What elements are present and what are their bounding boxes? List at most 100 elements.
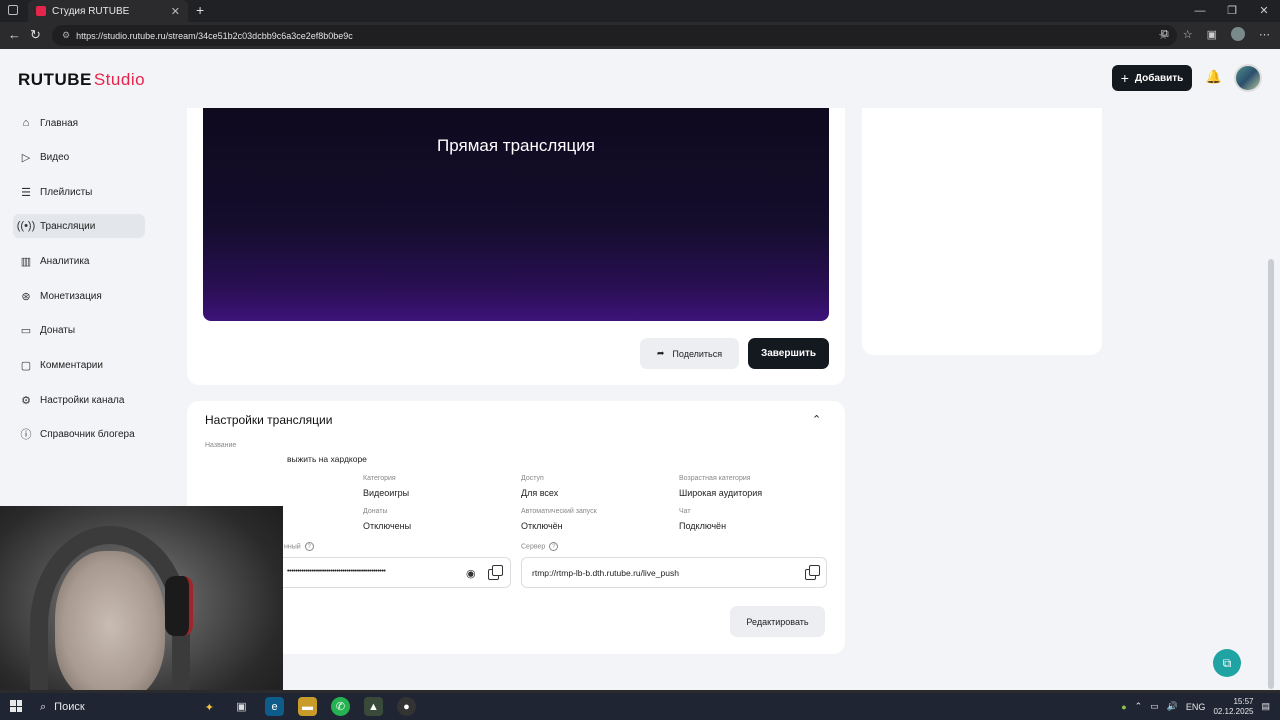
server-url: rtmp://rtmp-lb-b.dth.rutube.ru/live_push xyxy=(532,568,679,578)
system-tray: ● ⌃ ▭ 🔊 ENG 15:57 02.12.2025 ▤ xyxy=(1121,693,1270,720)
server-field[interactable]: rtmp://rtmp-lb-b.dth.rutube.ru/live_push xyxy=(521,557,827,588)
profile-avatar[interactable] xyxy=(1231,27,1245,41)
share-icon: ➦ xyxy=(656,348,665,358)
finish-stream-button[interactable]: Завершить xyxy=(748,338,829,369)
back-icon[interactable]: ← xyxy=(8,27,21,42)
minimize-icon[interactable]: — xyxy=(1184,0,1216,22)
name-label: Название xyxy=(205,442,237,449)
address-bar[interactable]: ⚙ https://studio.rutube.ru/stream/34ce51… xyxy=(52,25,1177,46)
collapse-chevron-up-icon[interactable]: ⌃ xyxy=(812,413,821,426)
stream-side-panel xyxy=(862,108,1102,355)
notifications-icon[interactable]: ▤ xyxy=(1261,701,1270,712)
close-tab-icon[interactable]: ✕ xyxy=(171,5,180,18)
analytics-icon: ▥ xyxy=(20,255,32,268)
name-value: выжить на хардкоре xyxy=(287,454,367,464)
tab-actions-icon[interactable] xyxy=(8,5,18,15)
copy-key-icon[interactable] xyxy=(488,565,503,580)
sidebar-item-comments[interactable]: ▢ Комментарии xyxy=(13,353,145,377)
category-value: Видеоигры xyxy=(363,488,410,498)
help-icon[interactable]: ? xyxy=(304,542,314,551)
sidebar-item-label: Монетизация xyxy=(40,290,102,302)
copy-server-icon[interactable] xyxy=(805,565,820,580)
donate-icon: ▭ xyxy=(20,324,32,337)
notifications-bell-icon[interactable]: 🔔 xyxy=(1205,69,1223,87)
window-controls: — ❐ ✕ xyxy=(1184,0,1280,22)
comments-icon: ▢ xyxy=(20,359,32,372)
stream-key-field[interactable]: ••••••••••••••••••••••••••••••••••••••••… xyxy=(283,557,511,588)
url-text: https://studio.rutube.ru/stream/34ce51b2… xyxy=(76,30,353,41)
webcam-overlay xyxy=(0,506,283,690)
sidebar-item-label: Плейлисты xyxy=(40,186,93,198)
headphones-shape xyxy=(165,576,193,636)
reload-icon[interactable]: ↻ xyxy=(30,27,41,43)
stream-key-label-text: нный xyxy=(284,543,301,551)
show-key-eye-icon[interactable]: ◉ xyxy=(466,567,476,580)
tray-app-icon[interactable]: ● xyxy=(1121,702,1126,712)
more-icon[interactable]: ⋯ xyxy=(1259,28,1270,41)
age-value: Широкая аудитория xyxy=(679,488,763,498)
playlist-icon: ☰ xyxy=(21,186,31,199)
whatsapp-icon[interactable]: ✆ xyxy=(331,697,350,716)
search-icon: ⌕ xyxy=(40,700,47,713)
taskbar-search[interactable]: ⌕ Поиск ✦ xyxy=(34,697,214,717)
donates-label: Донаты xyxy=(363,508,388,515)
favorites-icon[interactable]: ☆ xyxy=(1183,28,1193,41)
sidebar-item-analytics[interactable]: ▥ Аналитика xyxy=(13,249,145,273)
settings-icon: ⚙ xyxy=(21,394,31,407)
support-chat-icon[interactable]: ⧉ xyxy=(1213,649,1241,677)
collections-icon[interactable]: ▣ xyxy=(1207,28,1217,41)
taskbar-search-label: Поиск xyxy=(54,701,85,713)
task-view-icon[interactable]: ▣ xyxy=(232,697,251,716)
autostart-value: Отключён xyxy=(521,521,563,531)
donates-value: Отключены xyxy=(363,521,412,531)
site-info-icon[interactable]: ⚙ xyxy=(62,30,70,41)
new-tab-icon[interactable]: + xyxy=(196,2,204,18)
share-button[interactable]: ➦ Поделиться xyxy=(640,338,739,369)
sidebar-item-streams[interactable]: ((•)) Трансляции xyxy=(13,214,145,238)
volume-icon[interactable]: 🔊 xyxy=(1167,701,1178,712)
sidebar-item-donates[interactable]: ▭ Донаты xyxy=(13,318,145,342)
sidebar-item-label: Аналитика xyxy=(40,255,90,267)
clock-time: 15:57 xyxy=(1233,696,1254,706)
browser-actions: ⧉ ☆ ▣ ⋯ xyxy=(1161,27,1270,41)
help-icon[interactable]: ? xyxy=(549,542,559,551)
close-window-icon[interactable]: ✕ xyxy=(1248,0,1280,22)
access-value: Для всех xyxy=(521,488,559,498)
stream-key-label: нный? xyxy=(284,542,314,551)
app-icon[interactable]: ▲ xyxy=(364,697,383,716)
split-screen-icon[interactable]: ⧉ xyxy=(1161,28,1169,41)
sidebar-item-home[interactable]: ⌂ Главная xyxy=(13,111,145,135)
sidebar-item-video[interactable]: ▷ Видео xyxy=(13,145,145,169)
sidebar-item-label: Главная xyxy=(40,117,79,129)
sidebar-item-monetization[interactable]: ⊛ Монетизация xyxy=(13,284,145,308)
page-scrollbar[interactable] xyxy=(1268,259,1274,689)
obs-icon[interactable]: ● xyxy=(397,697,416,716)
sidebar-item-playlists[interactable]: ☰ Плейлисты xyxy=(13,180,145,204)
channel-avatar[interactable] xyxy=(1234,64,1262,92)
file-explorer-icon[interactable]: ▬ xyxy=(298,697,317,716)
browser-tab[interactable]: Студия RUTUBE ✕ xyxy=(28,0,188,22)
video-icon: ▷ xyxy=(21,151,31,164)
webcam-face-shape xyxy=(55,551,165,690)
language-indicator[interactable]: ENG xyxy=(1186,702,1206,712)
tray-chevron-icon[interactable]: ⌃ xyxy=(1135,701,1143,712)
chat-label: Чат xyxy=(679,508,691,515)
rutube-studio-logo[interactable]: RUTUBE Studio xyxy=(18,70,145,90)
sidebar-item-label: Видео xyxy=(40,151,70,163)
sidebar-item-blogger-guide[interactable]: ⓘ Справочник блогера xyxy=(13,422,145,446)
add-button[interactable]: + Добавить xyxy=(1112,65,1192,91)
rutube-favicon-icon xyxy=(36,6,46,16)
age-label: Возрастная категория xyxy=(679,475,751,482)
edit-settings-button[interactable]: Редактировать xyxy=(730,606,825,637)
stream-preview[interactable]: Прямая трансляция xyxy=(203,108,829,321)
windows-taskbar: ⌕ Поиск ✦ ▣ e ▬ ✆ ▲ ● ● ⌃ ▭ 🔊 ENG 15:57 … xyxy=(0,693,1280,720)
maximize-icon[interactable]: ❐ xyxy=(1216,0,1248,22)
sidebar-item-channel-settings[interactable]: ⚙ Настройки канала xyxy=(13,388,145,412)
studio-page: RUTUBE Studio + Добавить 🔔 ⌂ Главная ▷ Ви… xyxy=(0,49,1280,690)
start-windows-icon[interactable] xyxy=(10,700,22,712)
network-icon[interactable]: ▭ xyxy=(1150,701,1159,712)
sidebar-item-label: Донаты xyxy=(40,324,76,336)
clock[interactable]: 15:57 02.12.2025 xyxy=(1213,697,1253,717)
copilot-sparkle-icon[interactable]: ✦ xyxy=(205,701,214,714)
edge-browser-icon[interactable]: e xyxy=(265,697,284,716)
